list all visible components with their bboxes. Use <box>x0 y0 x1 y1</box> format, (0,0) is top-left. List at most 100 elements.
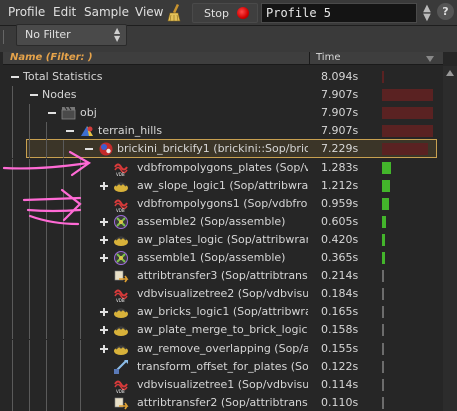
name-column-header[interactable]: Name (Filter: ) <box>10 52 93 63</box>
table-row[interactable]: VDB vdbfrompolygons1 (Sop/vdbfromp 0.959s <box>3 194 443 213</box>
tree-guide-line <box>46 122 47 141</box>
time-bar <box>382 252 385 264</box>
filter-divider <box>3 30 11 44</box>
row-time: 0.420s <box>321 232 359 246</box>
tree-guide-line <box>80 212 81 231</box>
tree-guide-line <box>29 176 30 195</box>
table-row[interactable]: aw_plate_merge_to_brick_logic (S 0.158s <box>3 321 443 340</box>
table-row[interactable]: obj 7.907s <box>3 104 443 123</box>
collapse-toggle-icon[interactable] <box>30 91 38 99</box>
time-bar <box>382 233 385 246</box>
profile-selector[interactable]: Profile 5 <box>261 3 417 23</box>
menu-view[interactable]: View <box>135 5 163 19</box>
table-row[interactable]: assemble2 (Sop/assemble) 0.605s <box>3 212 443 231</box>
menu-edit[interactable]: Edit <box>53 5 76 19</box>
tree-guide-line <box>29 339 30 358</box>
time-bar <box>382 270 384 283</box>
time-bar <box>382 324 384 337</box>
tree-guide-line <box>29 158 30 177</box>
row-name: Total Statistics <box>23 70 103 83</box>
attribtransfer-icon <box>113 395 129 411</box>
tree-guide-line <box>12 212 13 231</box>
row-name: aw_slope_logic1 (Sop/attribwrangl <box>137 178 308 192</box>
tree-guide-line <box>12 86 13 105</box>
time-column-header[interactable]: Time <box>316 52 340 63</box>
collapse-toggle-icon[interactable] <box>11 73 19 81</box>
tree-guide-line <box>46 321 47 340</box>
assemble-icon <box>113 250 129 266</box>
table-row[interactable]: transform_offset_for_plates (Sop/0.122s <box>3 357 443 376</box>
tree-guide-line <box>63 249 64 267</box>
vdb-icon: VDB <box>113 196 129 213</box>
tree-guide-line <box>63 285 64 304</box>
expand-toggle-icon[interactable] <box>100 235 108 244</box>
expand-toggle-icon[interactable] <box>100 217 108 226</box>
menu-profile[interactable]: Profile <box>8 5 45 19</box>
tree-guide-line <box>29 140 30 159</box>
vertical-scrollbar[interactable] <box>443 66 457 411</box>
row-time: 1.283s <box>321 160 359 174</box>
table-row[interactable]: aw_remove_overlapping (Sop/attrib 0.155s <box>3 339 443 358</box>
collapse-toggle-icon[interactable] <box>66 127 74 135</box>
tree-guide-line <box>80 230 81 249</box>
tree-guide-line <box>46 176 47 195</box>
table-row[interactable]: assemble1 (Sop/assemble) 0.365s <box>3 249 443 267</box>
stop-button[interactable]: Stop <box>192 3 258 23</box>
time-bar <box>382 71 384 83</box>
table-row[interactable]: Total Statistics 8.094s <box>3 68 443 86</box>
row-name: terrain_hills <box>98 124 163 138</box>
record-icon <box>237 7 249 19</box>
time-bar <box>382 306 384 319</box>
table-row[interactable]: Nodes 7.907s <box>3 86 443 105</box>
brickini-icon <box>98 141 114 157</box>
row-name: Nodes <box>42 88 77 102</box>
tree-guide-line <box>12 375 13 394</box>
table-row[interactable]: aw_bricks_logic1 (Sop/attribwrang 0.165s <box>3 303 443 322</box>
row-time: 0.605s <box>321 214 359 228</box>
collapse-toggle-icon[interactable] <box>48 109 56 117</box>
assemble-icon <box>113 214 129 230</box>
column-menu-icon[interactable] <box>426 56 434 62</box>
row-name: aw_plates_logic (Sop/attribwrangl <box>137 232 308 246</box>
table-row[interactable]: aw_plates_logic (Sop/attribwrangl 0.420s <box>3 230 443 249</box>
column-divider[interactable] <box>309 52 310 65</box>
table-row[interactable]: attribtransfer3 (Sop/attribtransfer) 0.21… <box>3 267 443 286</box>
tree-guide-line <box>63 194 64 213</box>
tree-guide-line <box>80 321 81 340</box>
row-name: vdbvisualizetree2 (Sop/vdbvisualiz <box>137 287 308 301</box>
expand-toggle-icon[interactable] <box>100 308 108 317</box>
expand-toggle-icon[interactable] <box>100 344 108 353</box>
tree-guide-line <box>46 194 47 213</box>
table-row[interactable]: VDB vdbvisualizetree1 (Sop/vdbvisualiz 0.1… <box>3 375 443 394</box>
time-bar <box>382 396 384 409</box>
tree-guide-line <box>46 267 47 286</box>
table-row[interactable]: brickini_brickify1 (brickini::Sop/bricki… <box>3 140 443 159</box>
time-bar <box>382 342 384 355</box>
menu-sample[interactable]: Sample <box>84 5 129 19</box>
tree-guide-line <box>46 303 47 322</box>
expand-toggle-icon[interactable] <box>100 181 108 190</box>
row-name: attribtransfer3 (Sop/attribtransfer) <box>137 269 308 283</box>
expand-toggle-icon[interactable] <box>100 254 108 262</box>
filter-arrows-icon: ▲ ▼ <box>114 26 121 43</box>
tree-guide-line <box>63 339 64 358</box>
table-row[interactable]: VDB vdbfrompolygons_plates (Sop/vdb 1.283s <box>3 158 443 177</box>
help-button[interactable]: ? <box>437 3 454 20</box>
time-bar <box>382 89 433 102</box>
filter-dropdown[interactable]: No Filter ▲ ▼ <box>16 24 127 46</box>
tree-guide-line <box>63 357 64 376</box>
tree-guide-line <box>63 393 64 411</box>
tree-guide-line <box>12 249 13 267</box>
collapse-toggle-icon[interactable] <box>85 145 93 153</box>
table-row[interactable]: aw_slope_logic1 (Sop/attribwrangl 1.212s <box>3 176 443 195</box>
expand-toggle-icon[interactable] <box>100 326 108 335</box>
row-name: aw_remove_overlapping (Sop/attrib <box>137 341 308 355</box>
profile-dropdown-arrow-icon[interactable]: ▲ ▼ <box>421 4 433 23</box>
broom-icon[interactable] <box>165 3 185 23</box>
tree-guide-line <box>46 249 47 267</box>
wrangle-icon <box>113 178 129 194</box>
table-row[interactable]: VDB vdbvisualizetree2 (Sop/vdbvisualiz 0.1… <box>3 285 443 304</box>
tree-guide-line <box>46 140 47 159</box>
table-row[interactable]: terrain_hills 7.907s <box>3 122 443 141</box>
table-row[interactable]: attribtransfer2 (Sop/attribtransfer) 0.11… <box>3 393 443 411</box>
